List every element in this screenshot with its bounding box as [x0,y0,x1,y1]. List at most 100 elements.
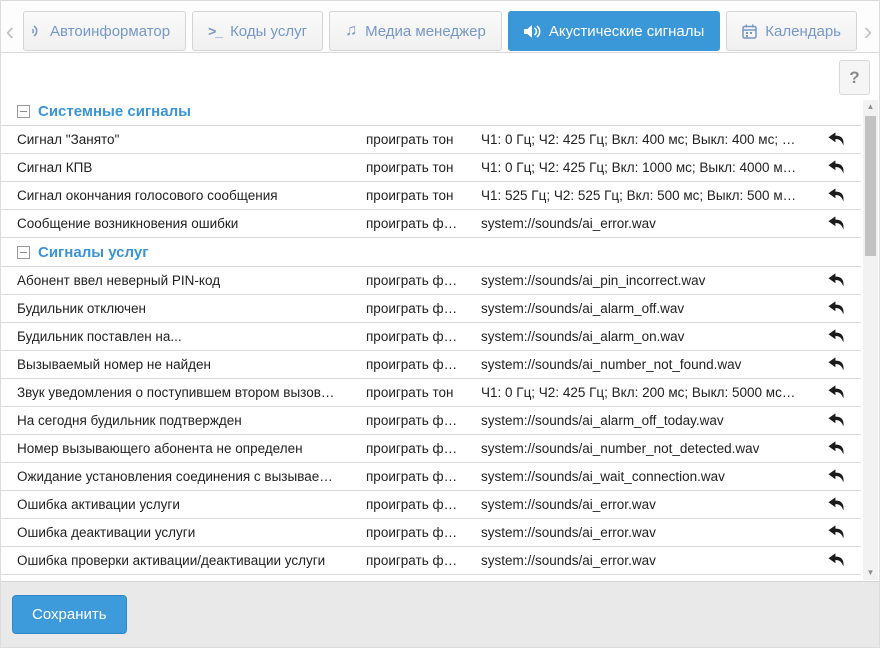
undo-icon[interactable] [828,160,846,175]
tab-акустические-сигналы[interactable]: Акустические сигналы [508,11,720,51]
speaker-icon [524,24,541,39]
signal-mode: проиграть ф… [366,553,481,568]
signal-name: На сегодня будильник подтвержден [1,413,366,428]
table-row[interactable]: Звук уведомления о поступившем втором вы… [1,379,861,407]
scroll-up-icon[interactable]: ▲ [863,100,878,114]
tab-label: Автоинформатор [50,23,170,40]
signal-value: Ч1: 0 Гц; Ч2: 425 Гц; Вкл: 400 мс; Выкл:… [481,132,813,147]
sound-wave-icon [32,23,42,39]
signal-value: system://sounds/ai_error.wav [481,216,813,231]
undo-cell [813,469,861,484]
undo-icon[interactable] [828,385,846,400]
tab-bar-items: Автоинформатор >_ Коды услуг ♫Медиа менедже… [23,11,857,51]
scrollbar-thumb[interactable] [865,116,876,256]
signal-mode: проиграть ф… [366,413,481,428]
signal-value: system://sounds/ai_number_not_detected.w… [481,441,813,456]
tab-label: Акустические сигналы [549,23,704,40]
table-row[interactable]: Ошибка проверки активации/деактивации ус… [1,547,861,575]
signals-table: Системные сигналыСигнал "Занято"проиграт… [1,97,861,575]
table-row[interactable]: Ошибка деактивации услугипроиграть ф…sys… [1,519,861,547]
table-row[interactable]: Ожидание установления соединения с вызыв… [1,463,861,491]
undo-cell [813,525,861,540]
undo-icon[interactable] [828,469,846,484]
music-note-icon: ♫ [345,22,357,40]
signal-value: system://sounds/ai_error.wav [481,525,813,540]
table-row[interactable]: Будильник поставлен на...проиграть ф…sys… [1,323,861,351]
undo-icon[interactable] [828,329,846,344]
tab-label: Коды услуг [230,23,307,40]
undo-cell [813,553,861,568]
signal-value: system://sounds/ai_alarm_on.wav [481,329,813,344]
signal-name: Ошибка проверки активации/деактивации ус… [1,553,366,568]
signal-mode: проиграть ф… [366,301,481,316]
signal-value: system://sounds/ai_alarm_off.wav [481,301,813,316]
section-header[interactable]: Системные сигналы [1,97,861,126]
undo-cell [813,273,861,288]
signal-name: Номер вызывающего абонента не определен [1,441,366,456]
undo-icon[interactable] [828,188,846,203]
tab-автоинформатор[interactable]: Автоинформатор [23,11,186,51]
signal-value: system://sounds/ai_error.wav [481,553,813,568]
collapse-icon[interactable] [17,105,30,118]
table-row[interactable]: Сигнал "Занято"проиграть тонЧ1: 0 Гц; Ч2… [1,126,861,154]
table-row[interactable]: Абонент ввел неверный PIN-кодпроиграть ф… [1,267,861,295]
vertical-scrollbar[interactable]: ▲ ▼ [863,100,878,580]
save-button[interactable]: Сохранить [12,595,127,634]
scroll-down-icon[interactable]: ▼ [863,566,878,580]
undo-icon[interactable] [828,553,846,568]
tab-scroll-left-icon[interactable]: ‹ [1,13,19,49]
undo-cell [813,357,861,372]
signal-name: Будильник поставлен на... [1,329,366,344]
section-header[interactable]: Сигналы услуг [1,238,861,267]
tab-медиа-менеджер[interactable]: ♫Медиа менеджер [329,11,502,51]
signal-mode: проиграть тон [366,160,481,175]
undo-cell [813,132,861,147]
tab-scroll-right-icon[interactable]: › [859,13,877,49]
table-row[interactable]: На сегодня будильник подтвержденпроиграт… [1,407,861,435]
undo-icon[interactable] [828,497,846,512]
signal-mode: проиграть ф… [366,441,481,456]
undo-icon[interactable] [828,132,846,147]
undo-cell [813,441,861,456]
undo-icon[interactable] [828,441,846,456]
signal-name: Ожидание установления соединения с вызыв… [1,469,366,484]
undo-cell [813,188,861,203]
undo-icon[interactable] [828,301,846,316]
signal-name: Звук уведомления о поступившем втором вы… [1,385,366,400]
terminal-icon: >_ [208,23,222,39]
undo-icon[interactable] [828,413,846,428]
help-button[interactable]: ? [839,60,870,95]
section-title: Сигналы услуг [38,244,148,261]
signal-mode: проиграть ф… [366,497,481,512]
undo-cell [813,413,861,428]
table-row[interactable]: Сигнал окончания голосового сообщенияпро… [1,182,861,210]
table-row[interactable]: Сигнал КПВпроиграть тонЧ1: 0 Гц; Ч2: 425… [1,154,861,182]
signal-value: Ч1: 525 Гц; Ч2: 525 Гц; Вкл: 500 мс; Вык… [481,188,813,203]
table-row[interactable]: Будильник отключенпроиграть ф…system://s… [1,295,861,323]
undo-icon[interactable] [828,357,846,372]
undo-icon[interactable] [828,525,846,540]
table-row[interactable]: Номер вызывающего абонента не определенп… [1,435,861,463]
tab-календарь[interactable]: Календарь [726,11,857,51]
signal-name: Вызываемый номер не найден [1,357,366,372]
calendar-icon [742,24,757,39]
signal-name: Абонент ввел неверный PIN-код [1,273,366,288]
signal-mode: проиграть ф… [366,469,481,484]
undo-icon[interactable] [828,216,846,231]
tab-bar: ‹ Автоинформатор >_ Коды услуг ♫Медиа менед… [1,1,879,53]
table-row[interactable]: Ошибка активации услугипроиграть ф…syste… [1,491,861,519]
signal-mode: проиграть ф… [366,329,481,344]
signal-name: Сообщение возникновения ошибки [1,216,366,231]
undo-cell [813,385,861,400]
signal-value: system://sounds/ai_number_not_found.wav [481,357,813,372]
table-row[interactable]: Сообщение возникновения ошибкипроиграть … [1,210,861,238]
collapse-icon[interactable] [17,246,30,259]
tab-коды-услуг[interactable]: >_ Коды услуг [192,11,323,51]
signal-value: system://sounds/ai_pin_incorrect.wav [481,273,813,288]
table-row[interactable]: Вызываемый номер не найденпроиграть ф…sy… [1,351,861,379]
signal-name: Сигнал "Занято" [1,132,366,147]
undo-cell [813,216,861,231]
footer-toolbar: Сохранить [1,581,879,647]
signal-mode: проиграть ф… [366,357,481,372]
undo-icon[interactable] [828,273,846,288]
